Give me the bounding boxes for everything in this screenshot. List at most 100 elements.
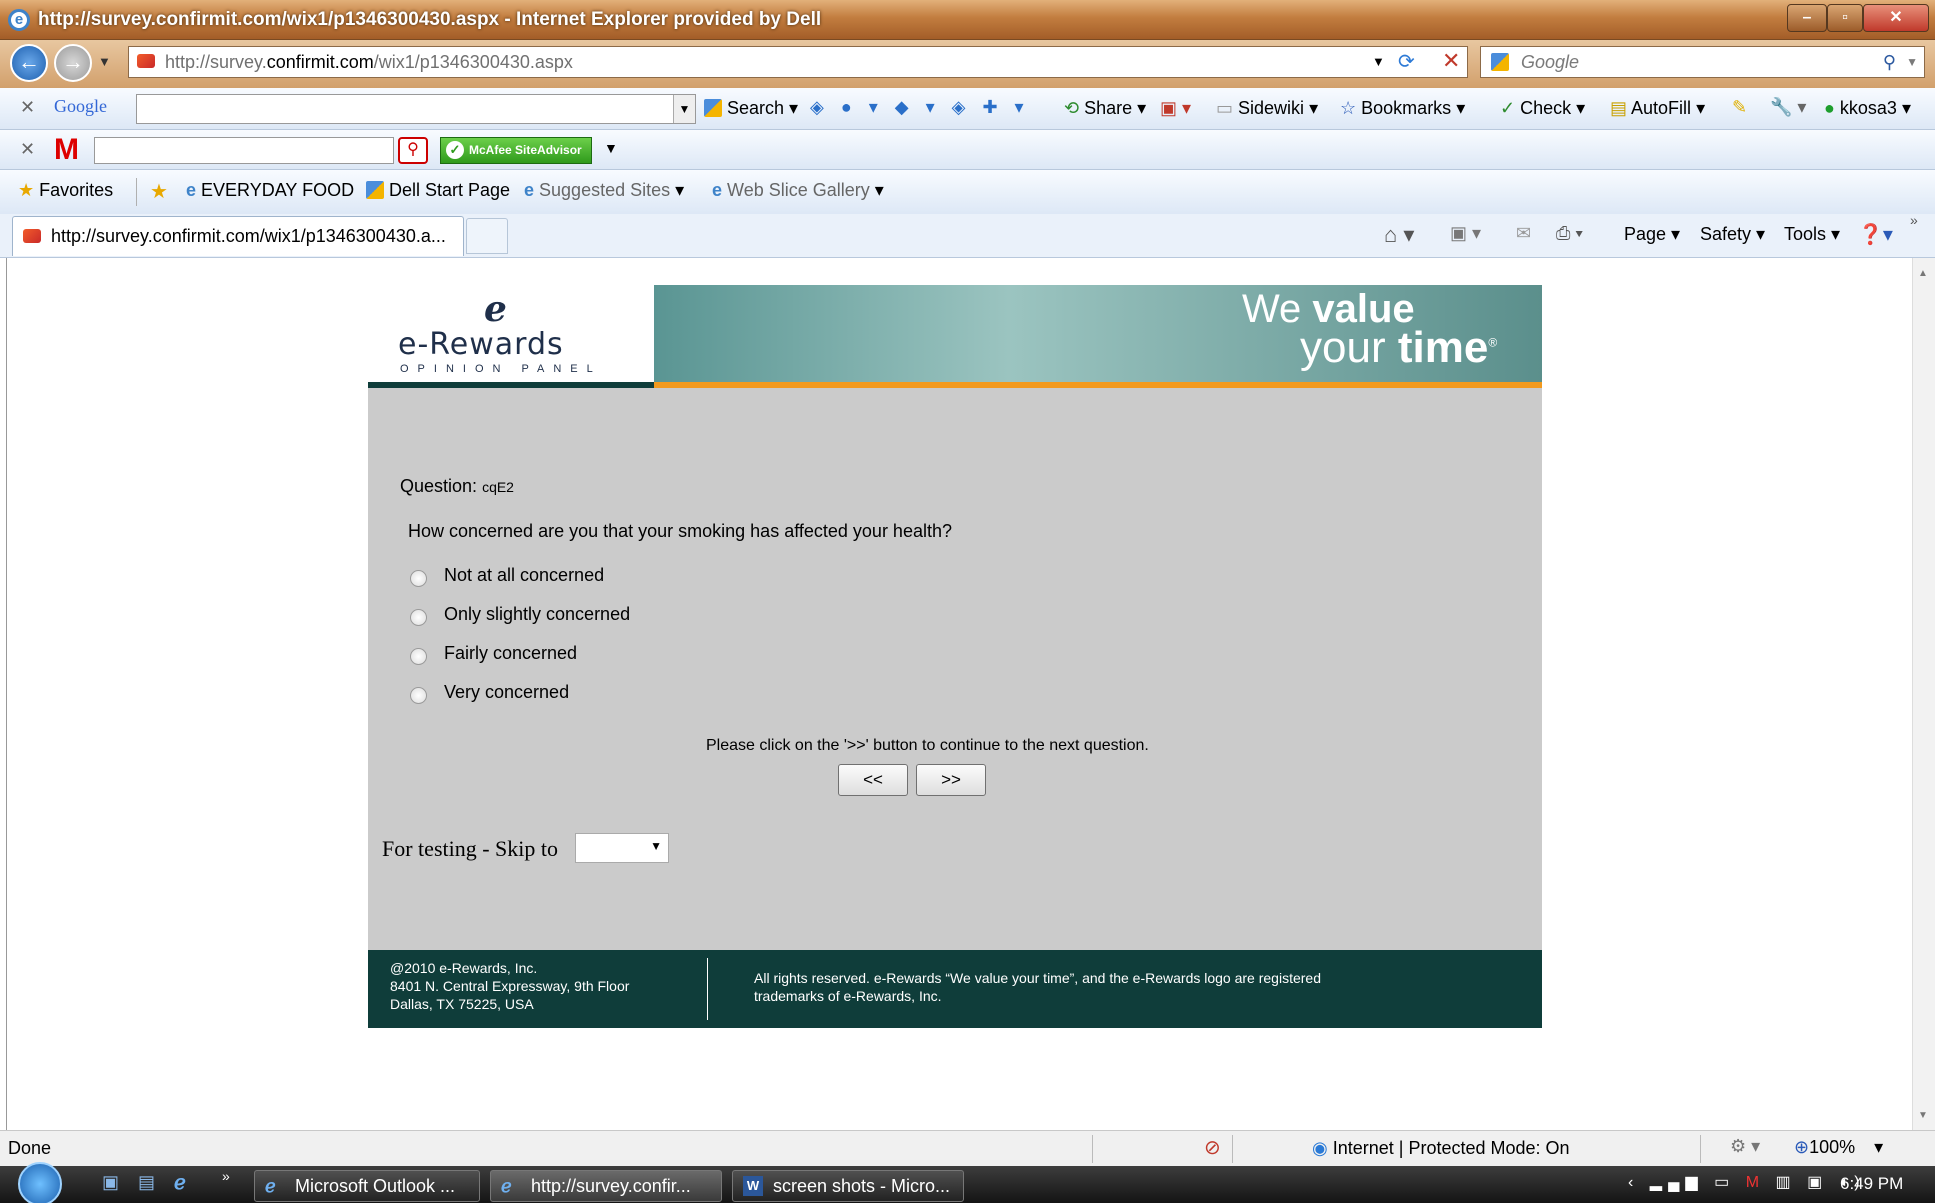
option-label[interactable]: Only slightly concerned — [444, 604, 630, 625]
translate-button[interactable]: ▣ ▾ — [1160, 98, 1191, 119]
scroll-down-icon[interactable]: ▼ — [1918, 1110, 1928, 1121]
fav-dell-start-page[interactable]: Dell Start Page — [366, 180, 510, 201]
favorites-button[interactable]: ★ Favorites — [18, 180, 113, 201]
maximize-button[interactable]: ▫ — [1827, 4, 1863, 32]
star-icon: ☆ — [1340, 98, 1357, 118]
fav-everyday-food[interactable]: e EVERYDAY FOOD — [186, 180, 354, 201]
add-favorite-icon[interactable]: ★ — [150, 179, 168, 204]
taskbar-item-ie[interactable]: ℯ http://survey.confir... — [490, 1170, 722, 1202]
fav-suggested-sites[interactable]: e Suggested Sites ▾ — [524, 180, 684, 201]
close-mcafee-toolbar-icon[interactable]: ✕ — [20, 139, 35, 160]
option-label[interactable]: Very concerned — [444, 682, 569, 703]
tools-menu[interactable]: Tools ▾ — [1784, 224, 1840, 245]
scroll-up-icon[interactable]: ▲ — [1918, 268, 1928, 279]
web-slice-icon: e — [712, 180, 723, 200]
globe-icon: ◉ — [1312, 1138, 1328, 1158]
help-icon[interactable]: ❓▾ — [1858, 222, 1893, 247]
taskbar-item-word[interactable]: W screen shots - Micro... — [732, 1170, 964, 1202]
siteadvisor-badge[interactable]: ✓ McAfee SiteAdvisor — [440, 137, 592, 164]
history-dropdown-icon[interactable]: ▼ — [98, 54, 111, 69]
vertical-scrollbar[interactable]: ▲ ▼ — [1912, 258, 1935, 1130]
highlight-icon[interactable]: ✎ — [1732, 97, 1747, 118]
zoom-icon: ⊕ — [1794, 1137, 1810, 1157]
close-button[interactable]: ✕ — [1863, 4, 1929, 32]
siteadvisor-dropdown-icon[interactable]: ▼ — [604, 140, 618, 156]
footer-legal-line1: All rights reserved. e-Rewards “We value… — [754, 970, 1321, 986]
show-desktop-icon[interactable]: ▣ — [102, 1172, 119, 1193]
toolbar-icons-group[interactable]: ◈ ● ▾ ◆ ▾ ◈ ✚ ▾ — [810, 97, 1030, 118]
chevron-more-icon[interactable]: » — [1910, 212, 1918, 228]
privacy-icon[interactable]: ⊘ — [1204, 1135, 1221, 1160]
previous-button[interactable]: << — [838, 764, 908, 796]
chevron-down-icon: ▾ — [874, 180, 884, 200]
radio-button[interactable] — [410, 687, 427, 704]
back-icon[interactable]: ← — [10, 44, 48, 82]
url-prefix: http://survey. — [165, 52, 267, 72]
autofill-button[interactable]: ▤ AutoFill ▾ — [1610, 98, 1705, 119]
check-button[interactable]: ✓ Check ▾ — [1500, 98, 1585, 119]
radio-button[interactable] — [410, 648, 427, 665]
google-search-input[interactable]: ▼ — [136, 94, 696, 124]
minimize-button[interactable]: – — [1787, 4, 1827, 32]
window-title: http://survey.confirmit.com/wix1/p134630… — [38, 9, 822, 30]
bookmarks-button[interactable]: ☆ Bookmarks ▾ — [1340, 98, 1465, 119]
safety-menu[interactable]: Safety ▾ — [1700, 224, 1765, 245]
url-domain: confirmit.com — [266, 52, 374, 72]
forward-icon[interactable]: → — [54, 44, 92, 82]
switch-windows-icon[interactable]: ▤ — [138, 1172, 155, 1193]
new-tab-button[interactable] — [466, 218, 508, 254]
search-options-icon[interactable]: ▼ — [1906, 47, 1918, 77]
zoom-control[interactable]: ⊕100% ▾ — [1794, 1137, 1883, 1158]
account-name: kkosa3 — [1839, 98, 1897, 118]
zone-indicator[interactable]: ◉ Internet | Protected Mode: On — [1312, 1138, 1570, 1159]
feeds-icon[interactable]: ▣ ▾ — [1450, 223, 1481, 244]
footer-address1: 8401 N. Central Expressway, 9th Floor — [390, 978, 630, 994]
read-mail-icon[interactable]: ✉ — [1516, 223, 1531, 244]
taskbar-item-outlook[interactable]: ℯ Microsoft Outlook ... — [254, 1170, 480, 1202]
fav-label: EVERYDAY FOOD — [201, 180, 355, 200]
home-icon[interactable]: ⌂ ▾ — [1384, 222, 1414, 248]
radio-button[interactable] — [410, 570, 427, 587]
address-field[interactable]: http://survey.confirmit.com/wix1/p134630… — [128, 46, 1468, 78]
survey-footer: @2010 e-Rewards, Inc. 8401 N. Central Ex… — [368, 950, 1542, 1028]
google-search-button[interactable]: Search ▾ — [704, 98, 798, 119]
search-box[interactable]: Google ⚲ ▼ — [1480, 46, 1925, 78]
word-icon: W — [743, 1176, 763, 1196]
next-button[interactable]: >> — [916, 764, 986, 796]
fav-web-slice-gallery[interactable]: e Web Slice Gallery ▾ — [712, 180, 884, 201]
google-search-dropdown-icon[interactable]: ▼ — [673, 95, 695, 123]
refresh-icon[interactable]: ⟳ — [1398, 49, 1415, 74]
share-button[interactable]: ⟲ Share ▾ — [1064, 98, 1146, 119]
ie-quicklaunch-icon[interactable]: ℯ — [174, 1170, 186, 1195]
add-ons-icon[interactable]: ⚙ ▾ — [1730, 1136, 1760, 1157]
opinion-panel-label: OPINION PANEL — [400, 363, 602, 375]
address-dropdown-icon[interactable]: ▼ — [1372, 54, 1385, 69]
quicklaunch-more-icon[interactable]: » — [222, 1168, 230, 1184]
internet-explorer-icon: e — [8, 9, 30, 31]
mcafee-logo: M — [54, 133, 79, 166]
close-toolbar-icon[interactable]: ✕ — [20, 97, 35, 118]
search-icon[interactable]: ⚲ — [1883, 47, 1896, 77]
safety-menu-label: Safety — [1700, 224, 1752, 244]
print-icon[interactable]: ⎙ ▾ — [1556, 223, 1583, 244]
radio-button[interactable] — [410, 609, 427, 626]
search-placeholder: Google — [1521, 52, 1580, 72]
share-icon: ⟲ — [1064, 98, 1080, 118]
tab-survey[interactable]: http://survey.confirmit.com/wix1/p134630… — [12, 216, 464, 256]
question-id-line: Question: cqE2 — [400, 476, 514, 497]
option-label[interactable]: Not at all concerned — [444, 565, 604, 586]
mcafee-search-input[interactable] — [94, 137, 394, 164]
wrench-icon[interactable]: 🔧 ▾ — [1770, 97, 1806, 118]
mcafee-search-icon[interactable]: ⚲ — [398, 137, 428, 164]
account-button[interactable]: ● kkosa3 ▾ — [1824, 98, 1911, 119]
skip-to-select[interactable]: ▼ — [575, 833, 669, 863]
check-label: Check — [1520, 98, 1572, 118]
stop-icon[interactable]: ✕ — [1442, 48, 1460, 74]
divider — [1092, 1135, 1093, 1163]
clock[interactable]: 6:49 PM — [1840, 1174, 1903, 1194]
system-tray-icons[interactable]: ‹ ▂▄▆ ▭ M ▥ ▣ ◖) — [1628, 1172, 1866, 1192]
page-menu[interactable]: Page ▾ — [1624, 224, 1680, 245]
option-label[interactable]: Fairly concerned — [444, 643, 577, 664]
sidewiki-button[interactable]: ▭ Sidewiki ▾ — [1216, 98, 1318, 119]
start-button[interactable] — [18, 1162, 62, 1203]
